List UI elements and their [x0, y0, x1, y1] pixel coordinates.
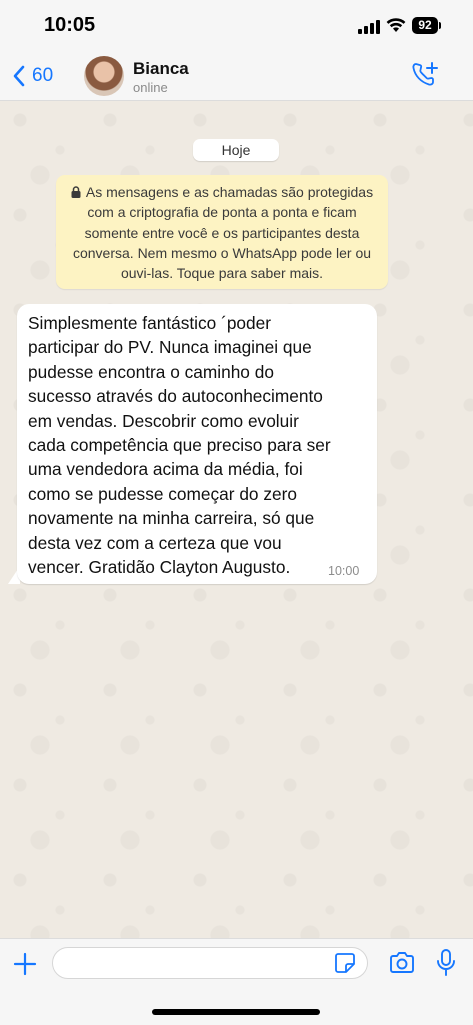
message-text: Simplesmente fantástico ´poder participa…	[28, 313, 331, 578]
cellular-signal-icon	[358, 20, 380, 34]
status-time: 10:05	[44, 14, 96, 36]
status-bar: 10:05 92	[0, 0, 473, 50]
unread-count: 60	[32, 65, 54, 86]
chevron-left-icon	[13, 65, 25, 87]
plus-icon[interactable]	[12, 951, 38, 977]
battery-tip	[439, 22, 441, 29]
add-call-icon[interactable]	[410, 61, 440, 89]
sticker-icon[interactable]	[334, 952, 356, 974]
contact-status: online	[133, 80, 168, 95]
wifi-icon	[386, 18, 406, 32]
microphone-icon[interactable]	[435, 948, 457, 978]
back-button[interactable]: 60	[12, 62, 53, 90]
encryption-notice[interactable]: As mensagens e as chamadas são protegida…	[56, 175, 388, 289]
message-time: 10:00	[328, 564, 360, 578]
avatar[interactable]	[84, 56, 124, 96]
contact-name[interactable]: Bianca	[133, 59, 189, 79]
incoming-message[interactable]: Simplesmente fantástico ´poder participa…	[17, 304, 377, 584]
encryption-notice-label: As mensagens e as chamadas são protegida…	[72, 184, 374, 282]
message-input[interactable]	[52, 947, 368, 979]
battery-level: 92	[412, 17, 438, 34]
chat-header: 60 Bianca online	[0, 50, 473, 101]
home-indicator	[152, 1009, 320, 1015]
camera-icon[interactable]	[388, 951, 416, 975]
encryption-notice-text: As mensagens e as chamadas são protegida…	[56, 175, 388, 283]
date-chip: Hoje	[193, 139, 279, 161]
lock-icon	[71, 186, 81, 198]
input-bar	[0, 938, 473, 1025]
